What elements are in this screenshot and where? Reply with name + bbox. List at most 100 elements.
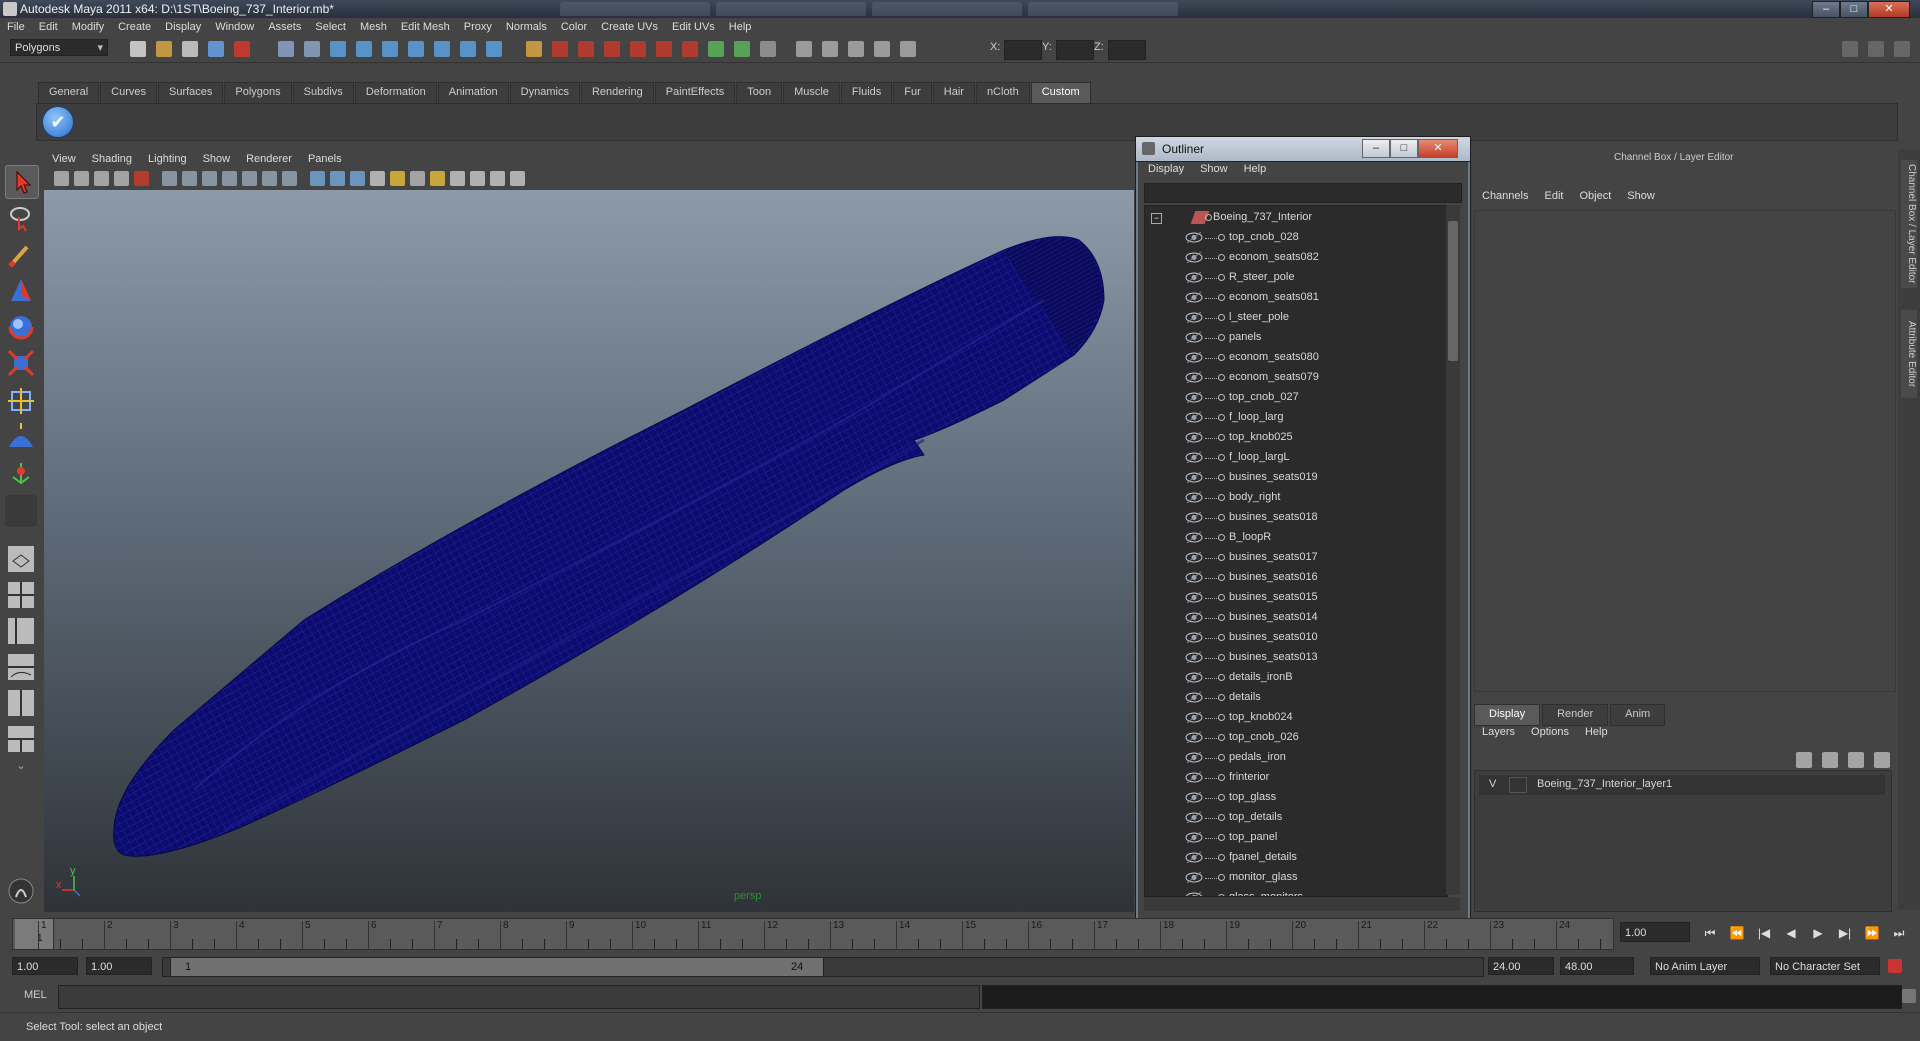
new-scene-icon[interactable] (130, 41, 146, 57)
new-layer-selected-icon[interactable] (1822, 752, 1838, 768)
safe-action-icon[interactable] (222, 171, 237, 186)
outliner-item[interactable]: B_loopR (1145, 528, 1447, 548)
shelf-tab-muscle[interactable]: Muscle (783, 82, 840, 103)
layer-row[interactable]: V Boeing_737_Interior_layer1 (1479, 775, 1885, 795)
menu-window[interactable]: Window (208, 21, 261, 33)
shelf-tab-subdivs[interactable]: Subdivs (292, 82, 354, 103)
script-editor-icon[interactable] (5, 875, 37, 907)
channel-box-menu-edit[interactable]: Edit (1536, 190, 1571, 208)
layer-menu-options[interactable]: Options (1523, 726, 1577, 744)
outliner-item[interactable]: pedals_iron (1145, 748, 1447, 768)
outliner-item[interactable]: details_ironB (1145, 668, 1447, 688)
viewport-menu-show[interactable]: Show (195, 153, 239, 165)
anim-layer-dropdown[interactable]: No Anim Layer (1650, 957, 1760, 975)
layer-menu-layers[interactable]: Layers (1474, 726, 1523, 744)
cube-icon[interactable] (656, 41, 672, 57)
shelf-tab-dynamics[interactable]: Dynamics (509, 82, 580, 103)
channel-box-menu-channels[interactable]: Channels (1474, 190, 1536, 208)
scale-tool-icon[interactable] (5, 347, 37, 379)
mel-command-input[interactable] (58, 985, 980, 1009)
hypershade-layout-icon[interactable] (5, 687, 37, 719)
isolate-select-icon[interactable] (430, 171, 445, 186)
menu-edit-uvs[interactable]: Edit UVs (665, 21, 722, 33)
outliner-item[interactable]: top_knob025 (1145, 428, 1447, 448)
show-hide-attribute-editor-icon[interactable] (1842, 41, 1858, 57)
wireframe-icon[interactable] (282, 171, 297, 186)
persp-graph-layout-icon[interactable] (5, 651, 37, 683)
render-globals-icon[interactable] (848, 41, 864, 57)
outliner-item[interactable]: top_cnob_027 (1145, 388, 1447, 408)
viewport-menu-renderer[interactable]: Renderer (238, 153, 300, 165)
new-layer-icon[interactable] (1796, 752, 1812, 768)
outliner-item[interactable]: econom_seats081 (1145, 288, 1447, 308)
persp-outliner-layout-icon[interactable] (5, 615, 37, 647)
time-slider[interactable]: 1 1 2 3 4 5 6 7 8 9 10 11 12 13 14 15 16 17 18 19 20 21 22 23 2… (12, 918, 1614, 950)
shelf-tab-custom[interactable]: Custom (1030, 82, 1091, 103)
playback-start-field[interactable]: 1.00 (86, 957, 152, 975)
outliner-item[interactable]: busines_seats013 (1145, 648, 1447, 668)
select-tool-icon[interactable] (5, 165, 39, 199)
magnet-icon[interactable] (552, 41, 568, 57)
layout-options-icon[interactable]: ⌄ (5, 759, 37, 779)
channel-box-side-tab[interactable]: Channel Box / Layer Editor (1901, 160, 1917, 288)
bookmark-icon[interactable] (94, 171, 109, 186)
x-field[interactable] (1004, 40, 1042, 60)
shelf-tab-curves[interactable]: Curves (100, 82, 157, 103)
viewport-menu-shading[interactable]: Shading (84, 153, 140, 165)
resolution-gate-icon[interactable] (162, 171, 177, 186)
select-hierarchy-icon[interactable] (208, 41, 224, 57)
shelf-tab-fur[interactable]: Fur (893, 82, 932, 103)
animation-end-field[interactable]: 48.00 (1560, 957, 1634, 975)
safe-title-icon[interactable] (242, 171, 257, 186)
film-gate-icon[interactable] (134, 171, 149, 186)
last-tool-slot[interactable] (5, 495, 37, 527)
outliner-item[interactable]: panels (1145, 328, 1447, 348)
grid-icon[interactable] (262, 171, 277, 186)
smooth-shade-icon[interactable] (310, 171, 325, 186)
z-field[interactable] (1108, 40, 1146, 60)
outliner-item[interactable]: busines_seats017 (1145, 548, 1447, 568)
single-pane-layout-icon[interactable] (5, 543, 37, 575)
field-chart-icon[interactable] (202, 171, 217, 186)
shelf-tab-rendering[interactable]: Rendering (580, 82, 654, 103)
soft-modification-icon[interactable] (5, 421, 37, 453)
sphere-icon[interactable] (630, 41, 646, 57)
outliner-filter-input[interactable] (1144, 183, 1462, 203)
shelf-tab-animation[interactable]: Animation (437, 82, 509, 103)
shelf-tab-toon[interactable]: Toon (736, 82, 783, 103)
snap-surface-icon[interactable] (382, 41, 398, 57)
outliner-scroll-thumb[interactable] (1448, 221, 1458, 361)
layer-tab-display[interactable]: Display (1474, 704, 1541, 726)
render-settings-icon[interactable] (526, 41, 542, 57)
outliner-title-bar[interactable]: Outliner – □ ✕ (1136, 137, 1470, 162)
menu-edit[interactable]: Edit (32, 21, 65, 33)
menu-display[interactable]: Display (158, 21, 208, 33)
menu-create-uvs[interactable]: Create UVs (594, 21, 665, 33)
universal-manipulator-icon[interactable] (5, 385, 37, 417)
cursor-icon[interactable] (604, 41, 620, 57)
play-backward-button[interactable]: ◀ (1781, 924, 1801, 942)
layer-menu-help[interactable]: Help (1577, 726, 1616, 744)
frame-all-icon[interactable] (510, 171, 525, 186)
outliner-close-button[interactable]: ✕ (1418, 139, 1458, 158)
viewport-menu-lighting[interactable]: Lighting (140, 153, 195, 165)
y-field[interactable] (1056, 40, 1094, 60)
viewport-menu-view[interactable]: View (44, 153, 84, 165)
textured-icon[interactable] (350, 171, 365, 186)
snap-grid-icon[interactable] (304, 41, 320, 57)
select-camera-icon[interactable] (54, 171, 69, 186)
animation-start-field[interactable]: 1.00 (12, 957, 78, 975)
outliner-item[interactable]: busines_seats015 (1145, 588, 1447, 608)
outliner-item[interactable]: econom_seats079 (1145, 368, 1447, 388)
outliner-minimize-button[interactable]: – (1362, 139, 1390, 158)
ipr-icon[interactable] (486, 41, 502, 57)
menu-proxy[interactable]: Proxy (457, 21, 499, 33)
output-ops-icon[interactable] (734, 41, 750, 57)
outliner-horizontal-scrollbar[interactable] (1144, 897, 1460, 911)
menu-normals[interactable]: Normals (499, 21, 554, 33)
layer-tab-anim[interactable]: Anim (1610, 704, 1666, 726)
menu-mesh[interactable]: Mesh (353, 21, 394, 33)
play-forward-button[interactable]: ▶ (1808, 924, 1828, 942)
use-all-lights-icon[interactable] (370, 171, 385, 186)
outliner-item[interactable]: top_glass (1145, 788, 1447, 808)
